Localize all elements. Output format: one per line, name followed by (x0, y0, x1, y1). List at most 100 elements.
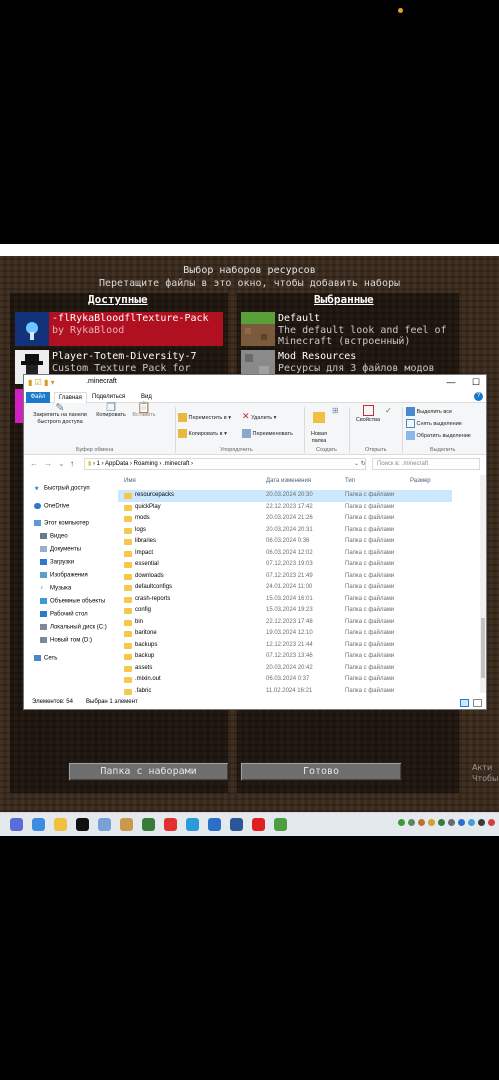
nav-videos[interactable]: Видео (40, 533, 68, 540)
open-pack-folder-button[interactable]: Папка с наборами (68, 762, 229, 781)
window-title: .minecraft (86, 378, 117, 385)
file-row[interactable]: quickPlay 22.12.2023 17:42 Папка с файлами (118, 502, 452, 514)
taskbar-app-cloud-icon[interactable] (98, 818, 111, 831)
taskbar-app-notes-icon[interactable] (120, 818, 133, 831)
scrollbar-thumb[interactable] (481, 618, 485, 678)
file-row[interactable]: baritone 19.03.2024 12:10 Папка с файлами (118, 628, 452, 640)
nav-drive-c[interactable]: Локальный диск (C:) (40, 624, 107, 631)
forward-icon[interactable]: → (44, 459, 52, 468)
taskbar-app-yandex-icon[interactable] (164, 818, 177, 831)
nav-drive-d[interactable]: Новый том (D:) (40, 637, 92, 644)
taskbar-app-explorer-icon[interactable] (32, 818, 45, 831)
taskbar-app-tiktok-icon[interactable] (76, 818, 89, 831)
music-icon: ♪ (40, 585, 43, 591)
file-row[interactable]: Impact 06.03.2024 12:02 Папка с файлами (118, 548, 452, 560)
tray-icon[interactable] (478, 819, 485, 826)
available-pack-item[interactable]: -flRykaBloodflTexture-Pack by RykaBlood (15, 312, 223, 346)
taskbar-app-opera-icon[interactable] (252, 818, 265, 831)
file-row[interactable]: resourcepacks 20.03.2024 20:30 Папка с фай… (118, 490, 452, 502)
tray-icon[interactable] (398, 819, 405, 826)
taskbar-app-edge-icon[interactable] (186, 818, 199, 831)
taskbar-app-folder-icon[interactable] (54, 818, 67, 831)
pack-name: -flRykaBloodflTexture-Pack (52, 313, 209, 324)
file-row[interactable]: backup 07.12.2023 13:46 Папка с файлами (118, 651, 452, 663)
file-row[interactable]: .mixin.out 06.03.2024 0:37 Папка с файлами (118, 674, 452, 686)
column-type[interactable]: Тип (345, 478, 355, 484)
taskbar-app-chrome-icon[interactable] (10, 818, 23, 831)
file-row[interactable]: libraries 06.03.2024 0:36 Папка с файлами (118, 536, 452, 548)
refresh-icon[interactable]: ⌄ ↻ (354, 460, 366, 467)
nav-network[interactable]: Сеть (34, 655, 57, 662)
select-all-icon (406, 407, 415, 416)
maximize-icon[interactable]: ☐ (467, 376, 485, 389)
file-row[interactable]: downloads 07.12.2023 21:49 Папка с файлами (118, 571, 452, 583)
tiles-view-icon[interactable] (473, 699, 482, 707)
file-row[interactable]: defaultconfigs 24.01.2024 11:00 Папка с фа… (118, 582, 452, 594)
file-row[interactable]: backups 12.12.2023 21:44 Папка с файлами (118, 640, 452, 652)
column-name[interactable]: Имя (124, 478, 136, 484)
nav-onedrive[interactable]: OneDrive (34, 503, 69, 510)
tray-icon[interactable] (428, 819, 435, 826)
rename-button[interactable]: Переименовать (242, 429, 293, 438)
file-row[interactable]: assets 20.03.2024 20:42 Папка с файлами (118, 663, 452, 675)
properties-button[interactable]: Свойства (353, 405, 383, 424)
copy-to-button[interactable]: Копировать в ▾ (178, 429, 227, 438)
vertical-scrollbar[interactable] (480, 475, 486, 693)
file-row[interactable]: .fabric 11.02.2024 16:21 Папка с файлами (118, 686, 452, 698)
new-folder-button[interactable]: Новая папка (308, 405, 330, 445)
tray-icon[interactable] (448, 819, 455, 826)
nav-quick-access[interactable]: ★ Быстрый доступ (34, 485, 90, 492)
up-icon[interactable]: ↑ (70, 459, 74, 468)
selected-pack-item[interactable]: Default The default look and feel of Mine… (241, 312, 455, 347)
select-none-button[interactable]: Снять выделение (406, 419, 462, 428)
nav-desktop[interactable]: Рабочий стол (40, 611, 88, 618)
taskbar-app-minecraft-icon[interactable] (142, 818, 155, 831)
group-create: Создать (316, 447, 337, 453)
tab-file[interactable]: Файл (26, 392, 50, 403)
done-button[interactable]: Готово (240, 762, 402, 781)
file-row[interactable]: mods 20.03.2024 21:26 Папка с файлами (118, 513, 452, 525)
column-size[interactable]: Размер (410, 478, 431, 484)
nav-this-pc[interactable]: Этот компьютер (34, 520, 89, 527)
nav-downloads[interactable]: Загрузки (40, 559, 74, 566)
nav-pictures[interactable]: Изображения (40, 572, 88, 579)
tray-icon[interactable] (418, 819, 425, 826)
move-to-button[interactable]: Переместить в ▾ (178, 413, 231, 422)
back-icon[interactable]: ← (30, 459, 38, 468)
help-icon[interactable]: ? (474, 392, 483, 401)
file-row[interactable]: bin 22.12.2023 17:48 Папка с файлами (118, 617, 452, 629)
details-view-icon[interactable] (460, 699, 469, 707)
file-row[interactable]: crash-reports 15.03.2024 16:01 Папка с фай… (118, 594, 452, 606)
tray-icon[interactable] (468, 819, 475, 826)
computer-icon (34, 520, 41, 526)
file-date: 19.03.2024 12:10 (266, 630, 313, 636)
file-row[interactable]: logs 20.03.2024 20:31 Папка с файлами (118, 525, 452, 537)
select-none-icon (406, 419, 415, 428)
search-input[interactable]: Поиск в: .minecraft (372, 458, 480, 470)
nav-music[interactable]: ♪ Музыка (40, 585, 71, 592)
file-row[interactable]: config 15.03.2024 19:23 Папка с файлами (118, 605, 452, 617)
nav-3d-objects[interactable]: Объемные объекты (40, 598, 105, 605)
taskbar-app-game-icon[interactable] (274, 818, 287, 831)
address-bar[interactable]: ▮ › 1 › AppData › Roaming › .minecraft › (84, 458, 366, 470)
select-all-button[interactable]: Выделить все (406, 407, 452, 416)
tray-icon[interactable] (438, 819, 445, 826)
tray-icon[interactable] (488, 819, 495, 826)
paste-button[interactable]: 📋 Вставить (130, 403, 158, 419)
delete-button[interactable]: ✕ Удалить ▾ (242, 412, 276, 422)
pin-button[interactable]: ✎ Закрепить на панели быстрого доступа (28, 403, 92, 426)
file-row[interactable]: essential 07.12.2023 19:03 Папка с файлами (118, 559, 452, 571)
invert-selection-button[interactable]: Обратить выделение (406, 431, 471, 440)
new-item-icon[interactable]: ⊞ (332, 407, 339, 415)
copy-button[interactable]: ❐ Копировать (94, 403, 128, 419)
taskbar-app-mail-icon[interactable] (208, 818, 221, 831)
open-icon[interactable]: ✓ (385, 407, 392, 415)
tray-icon[interactable] (408, 819, 415, 826)
recent-icon[interactable]: ⌄ (58, 459, 65, 468)
minimize-icon[interactable]: — (442, 376, 460, 389)
column-date[interactable]: Дата изменения (266, 478, 311, 484)
taskbar-app-word-icon[interactable] (230, 818, 243, 831)
nav-documents[interactable]: Документы (40, 546, 81, 553)
explorer-titlebar: ▮ ☑ ▮ ▾ .minecraft — ☐ ✕ (24, 375, 486, 391)
tray-icon[interactable] (458, 819, 465, 826)
